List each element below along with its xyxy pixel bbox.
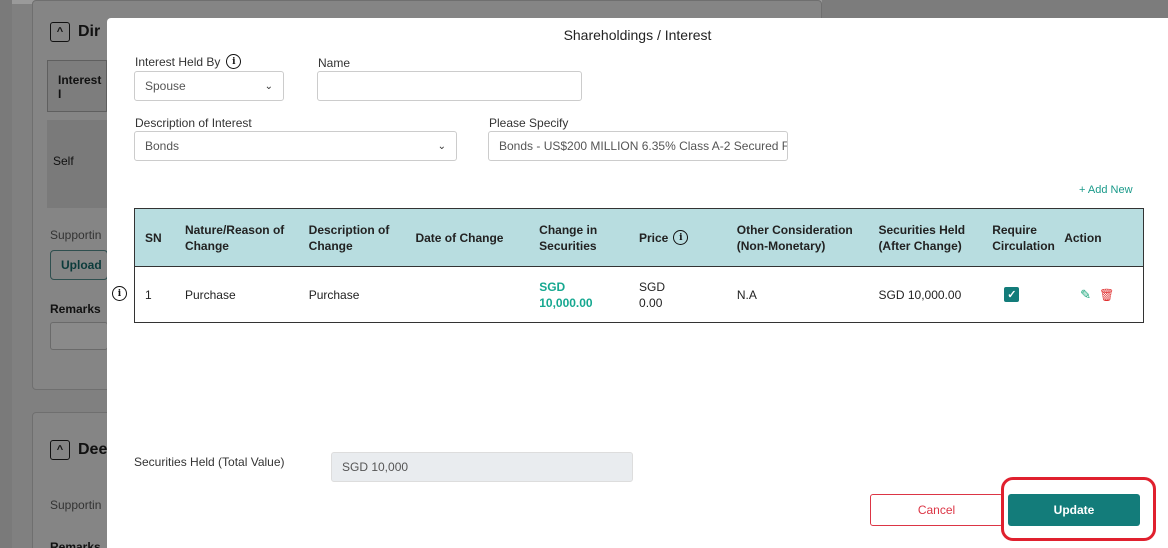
header-circulation: Require Circulation: [992, 222, 1055, 253]
total-label: Securities Held (Total Value): [134, 455, 285, 469]
row-price: SGD 0.00: [639, 279, 666, 310]
background-table-row: Self: [47, 120, 107, 208]
header-price: Price i: [627, 209, 725, 266]
header-description: Description of Change: [308, 222, 390, 253]
table-header: SN Nature/Reason of Change Description of…: [135, 209, 1143, 267]
row-actions: ✎ 🗑: [1054, 267, 1143, 322]
header-date: Date of Change: [415, 230, 504, 245]
table-row: 1 Purchase Purchase SGD 10,000.00 SGD 0.00…: [135, 267, 1143, 322]
name-label: Name: [318, 56, 351, 70]
supporting-label-2: Supportin: [50, 498, 102, 512]
header-sn: SN: [145, 230, 162, 245]
modal-title: Shareholdings / Interest: [563, 27, 712, 43]
remarks-input[interactable]: [50, 322, 108, 350]
add-new-link[interactable]: + Add New: [1079, 184, 1133, 196]
info-icon[interactable]: i: [226, 54, 242, 69]
chevron-up-icon[interactable]: ^: [50, 22, 70, 42]
please-specify-label: Please Specify: [489, 116, 569, 130]
row-securities-held: SGD 10,000.00: [878, 287, 962, 302]
header-nature: Nature/Reason of Change: [184, 222, 285, 253]
header-action: Action: [1064, 230, 1102, 245]
total-value-field: SGD 10,000: [331, 452, 633, 482]
section-title-deemed: ^ Dee: [50, 440, 107, 460]
left-strip: [0, 0, 12, 548]
interest-held-by-label: Interest Held By i: [135, 54, 242, 69]
remarks-label-2: Remarks: [50, 540, 101, 548]
row-date: [403, 267, 527, 322]
description-of-interest-label: Description of Interest: [135, 116, 252, 130]
please-specify-input[interactable]: Bonds - US$200 MILLION 6.35% Class A-2 S…: [488, 131, 788, 161]
shareholdings-modal: Shareholdings / Interest Interest Held B…: [107, 18, 1168, 548]
row-description: Purchase: [308, 287, 360, 302]
row-other-consideration: N.A: [736, 287, 757, 302]
interest-table: SN Nature/Reason of Change Description of…: [134, 208, 1144, 323]
chevron-up-icon[interactable]: ^: [50, 440, 70, 460]
description-of-interest-select[interactable]: Bonds ⌄: [134, 131, 457, 161]
header-securities-held: Securities Held (After Change): [878, 222, 966, 253]
chevron-down-icon: ⌄: [264, 81, 273, 92]
row-sn: 1: [145, 287, 152, 302]
background-table-header: Interest I: [47, 60, 107, 112]
row-circulation: ✓: [980, 267, 1054, 322]
cancel-button[interactable]: Cancel: [870, 494, 1003, 526]
header-change: Change in Securities: [539, 222, 598, 253]
trash-icon[interactable]: 🗑: [1099, 288, 1114, 302]
info-icon[interactable]: i: [673, 230, 689, 245]
highlight-annotation: [1001, 477, 1156, 541]
row-nature: Purchase: [184, 287, 236, 302]
remarks-label: Remarks: [50, 302, 101, 316]
info-icon[interactable]: i: [112, 286, 127, 301]
chevron-down-icon: ⌄: [437, 141, 446, 152]
row-change: SGD 10,000.00: [539, 279, 593, 310]
check-icon[interactable]: ✓: [1004, 287, 1020, 302]
pencil-icon[interactable]: ✎: [1080, 287, 1091, 303]
upload-button[interactable]: Upload: [50, 250, 108, 280]
header-other-consideration: Other Consideration (Non-Monetary): [736, 222, 853, 253]
name-input[interactable]: [317, 71, 582, 101]
supporting-label: Supportin: [50, 228, 102, 242]
section-title-directorship: ^ Dir: [50, 22, 100, 42]
interest-held-by-select[interactable]: Spouse ⌄: [134, 71, 284, 101]
